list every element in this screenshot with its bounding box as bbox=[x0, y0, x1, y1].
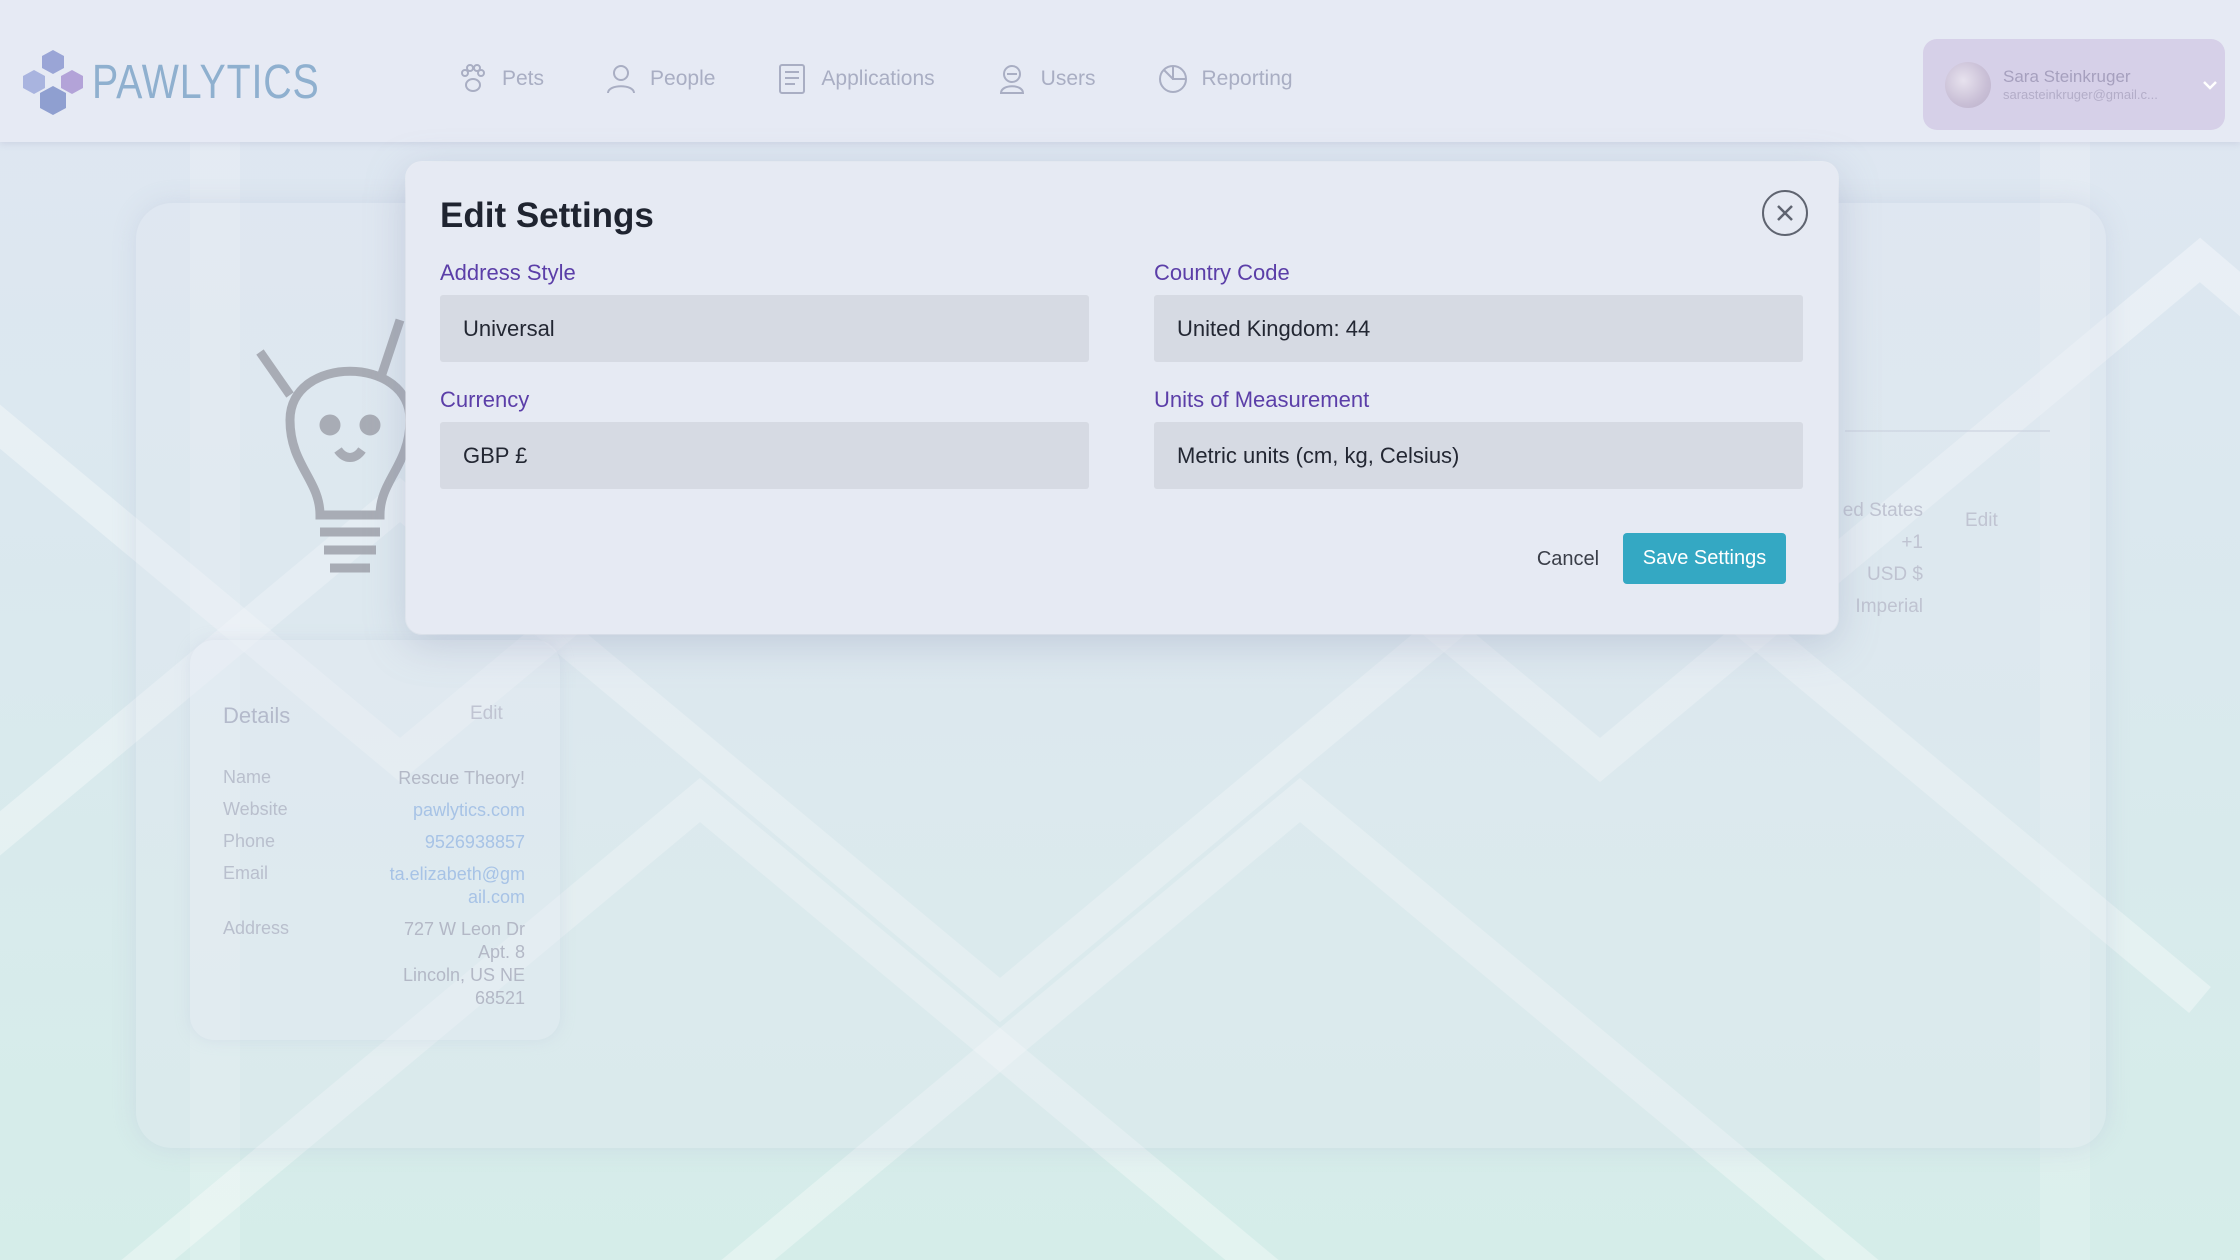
detail-row-phone: Phone 9526938857 bbox=[223, 831, 525, 854]
close-icon bbox=[1777, 205, 1793, 221]
applications-icon bbox=[779, 64, 806, 94]
address-value: 727 W Leon Dr Apt. 8 Lincoln, US NE 6852… bbox=[403, 918, 525, 1010]
logo-hexagons-icon bbox=[23, 50, 83, 115]
cancel-button[interactable]: Cancel bbox=[1516, 534, 1620, 584]
close-button[interactable] bbox=[1762, 190, 1808, 236]
email-line: ail.com bbox=[467, 887, 525, 907]
logo-text: PAWLYTICS bbox=[92, 55, 320, 109]
nav-label: Applications bbox=[821, 67, 935, 90]
country-code-label: Country Code bbox=[1154, 260, 1290, 285]
email-link[interactable]: ta.elizabeth@gm ail.com bbox=[390, 863, 525, 909]
detail-key: Website bbox=[223, 799, 288, 819]
user-menu[interactable]: Sara Steinkruger sarasteinkruger@gmail.c… bbox=[1923, 39, 2225, 130]
main-nav: Pets People Applications Users Reporting bbox=[456, 62, 1353, 96]
address-line: 727 W Leon Dr bbox=[403, 919, 525, 939]
email-line: ta.elizabeth@gm bbox=[389, 864, 525, 884]
nav-item-users[interactable]: Users bbox=[995, 62, 1096, 96]
settings-units: Imperial bbox=[1855, 596, 1923, 617]
nav-label: Pets bbox=[502, 67, 545, 90]
settings-edit-link[interactable]: Edit bbox=[1965, 510, 1998, 532]
nav-label: Users bbox=[1040, 67, 1096, 90]
nav-item-pets[interactable]: Pets bbox=[456, 62, 544, 96]
settings-currency: USD $ bbox=[1867, 564, 1923, 585]
address-style-select[interactable]: Universal bbox=[440, 295, 1089, 362]
currency-label: Currency bbox=[440, 387, 530, 412]
detail-row-website: Website pawlytics.com bbox=[223, 799, 525, 822]
currency-select[interactable]: GBP £ bbox=[440, 422, 1089, 489]
detail-row-email: Email ta.elizabeth@gm ail.com bbox=[223, 863, 525, 909]
user-email: sarasteinkruger@gmail.c... bbox=[2003, 87, 2158, 102]
website-link[interactable]: pawlytics.com bbox=[413, 799, 525, 822]
nav-label: People bbox=[650, 67, 716, 90]
details-edit-link[interactable]: Edit bbox=[470, 703, 503, 725]
phone-link[interactable]: 9526938857 bbox=[425, 831, 525, 854]
divider bbox=[1845, 430, 2050, 432]
address-line: Apt. 8 bbox=[477, 942, 525, 962]
chevron-down-icon bbox=[2203, 80, 2217, 90]
details-heading: Details bbox=[223, 703, 291, 728]
settings-country: ed States bbox=[1842, 500, 1923, 521]
nav-label: Reporting bbox=[1201, 67, 1293, 90]
nav-item-people[interactable]: People bbox=[604, 62, 715, 96]
top-navigation-bar: PAWLYTICS Pets People Applications Users bbox=[0, 0, 2240, 142]
edit-settings-modal: Edit Settings Address Style Universal Co… bbox=[406, 162, 1838, 634]
users-icon bbox=[999, 65, 1024, 94]
nav-item-applications[interactable]: Applications bbox=[775, 62, 935, 96]
country-code-select[interactable]: United Kingdom: 44 bbox=[1154, 295, 1803, 362]
nav-item-reporting[interactable]: Reporting bbox=[1156, 62, 1293, 96]
units-select[interactable]: Metric units (cm, kg, Celsius) bbox=[1154, 422, 1803, 489]
detail-value: Rescue Theory! bbox=[398, 768, 525, 788]
detail-row-name: Name Rescue Theory! bbox=[223, 767, 525, 790]
detail-key: Email bbox=[223, 863, 269, 883]
paw-icon bbox=[461, 64, 485, 92]
settings-country-code: +1 bbox=[1901, 532, 1923, 553]
avatar bbox=[1945, 61, 1991, 108]
modal-title: Edit Settings bbox=[440, 196, 654, 235]
user-name: Sara Steinkruger bbox=[2003, 67, 2131, 86]
save-settings-button[interactable]: Save Settings bbox=[1623, 533, 1786, 584]
reporting-icon bbox=[1158, 65, 1187, 93]
detail-key: Phone bbox=[223, 831, 276, 851]
detail-key: Address bbox=[223, 918, 290, 938]
address-line: Lincoln, US NE bbox=[402, 965, 525, 985]
person-icon bbox=[607, 65, 636, 94]
address-style-label: Address Style bbox=[440, 260, 576, 285]
address-line: 68521 bbox=[474, 988, 525, 1008]
app-logo[interactable]: PAWLYTICS bbox=[18, 48, 369, 116]
user-info: Sara Steinkruger sarasteinkruger@gmail.c… bbox=[2003, 67, 2193, 102]
detail-key: Name bbox=[223, 767, 272, 787]
units-label: Units of Measurement bbox=[1154, 387, 1370, 412]
detail-row-address: Address 727 W Leon Dr Apt. 8 Lincoln, US… bbox=[223, 918, 525, 1010]
